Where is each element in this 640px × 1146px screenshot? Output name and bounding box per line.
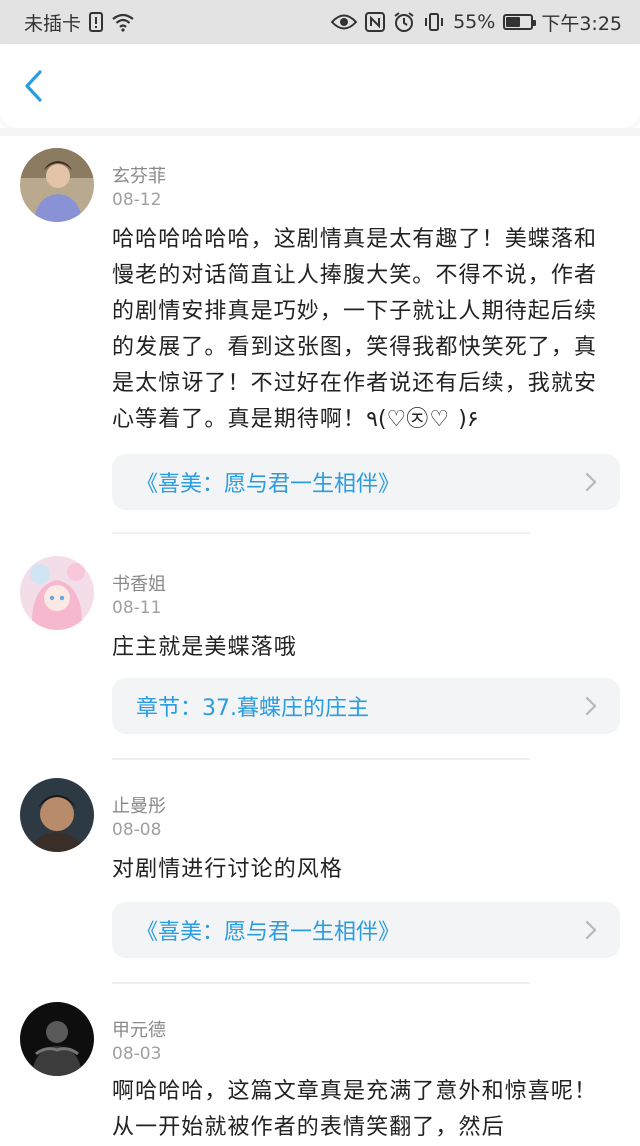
comment-date: 08-03: [112, 1044, 162, 1064]
comment-date: 08-08: [112, 820, 162, 840]
comment-item: 书香姐 08-11 庄主就是美蝶落哦 章节：37.暮蝶庄的庄主: [0, 546, 640, 768]
nfc-icon: [365, 12, 386, 32]
carrier-label: 未插卡: [24, 12, 82, 35]
book-link-card[interactable]: 《喜美：愿与君一生相伴》: [112, 902, 620, 958]
comment-author: 玄芬菲: [112, 166, 166, 187]
chapter-link-title: 章节：37.暮蝶庄的庄主: [136, 696, 369, 721]
chevron-left-icon: [25, 70, 42, 102]
comment-author: 甲元德: [112, 1020, 166, 1041]
status-bar: 未插卡 55% 下午3:25: [0, 0, 640, 44]
alarm-icon: [393, 11, 415, 33]
book-link-title: 《喜美：愿与君一生相伴》: [136, 472, 401, 497]
sim-alert-icon: [89, 12, 104, 32]
divider: [112, 982, 530, 984]
clock: 下午3:25: [541, 12, 622, 35]
back-button[interactable]: [14, 66, 54, 106]
divider: [112, 532, 530, 534]
wifi-icon: [111, 12, 135, 32]
battery-icon: [503, 14, 537, 30]
comment-feed[interactable]: 玄芬菲 08-12 哈哈哈哈哈哈，这剧情真是太有趣了！美蝶落和慢老的对话简直让人…: [0, 136, 640, 1140]
chevron-right-icon: [584, 471, 598, 493]
comment-date: 08-11: [112, 598, 162, 618]
comment-text: 对剧情进行讨论的风格: [112, 857, 344, 882]
comment-author: 书香姐: [112, 574, 166, 595]
divider: [112, 758, 530, 760]
book-link-card[interactable]: 《喜美：愿与君一生相伴》: [112, 454, 620, 510]
avatar[interactable]: [20, 148, 94, 222]
chevron-right-icon: [584, 919, 598, 941]
comment-item: 止曼彤 08-08 对剧情进行讨论的风格 《喜美：愿与君一生相伴》: [0, 768, 640, 992]
comment-text: 庄主就是美蝶落哦: [112, 635, 297, 660]
battery-percent: 55%: [453, 11, 496, 33]
avatar[interactable]: [20, 556, 94, 630]
divider-band: [0, 128, 640, 136]
book-link-title: 《喜美：愿与君一生相伴》: [136, 920, 401, 945]
avatar[interactable]: [20, 778, 94, 852]
chapter-link-card[interactable]: 章节：37.暮蝶庄的庄主: [112, 678, 620, 734]
comment-text: 哈哈哈哈哈哈，这剧情真是太有趣了！美蝶落和慢老的对话简直让人捧腹大笑。不得不说，…: [112, 227, 598, 432]
comment-date: 08-12: [112, 190, 162, 210]
chevron-right-icon: [584, 695, 598, 717]
nav-bar: [0, 44, 640, 128]
comment-text: 啊哈哈哈，这篇文章真是充满了意外和惊喜呢！从一开始就被作者的表情笑翻了，然后: [112, 1079, 598, 1140]
vibrate-icon: [423, 12, 445, 32]
comment-item: 玄芬菲 08-12 哈哈哈哈哈哈，这剧情真是太有趣了！美蝶落和慢老的对话简直让人…: [0, 136, 640, 546]
comment-author: 止曼彤: [112, 796, 166, 817]
avatar[interactable]: [20, 1002, 94, 1076]
eye-icon: [331, 13, 358, 31]
comment-item: 甲元德 08-03 啊哈哈哈，这篇文章真是充满了意外和惊喜呢！从一开始就被作者的…: [0, 992, 640, 1140]
